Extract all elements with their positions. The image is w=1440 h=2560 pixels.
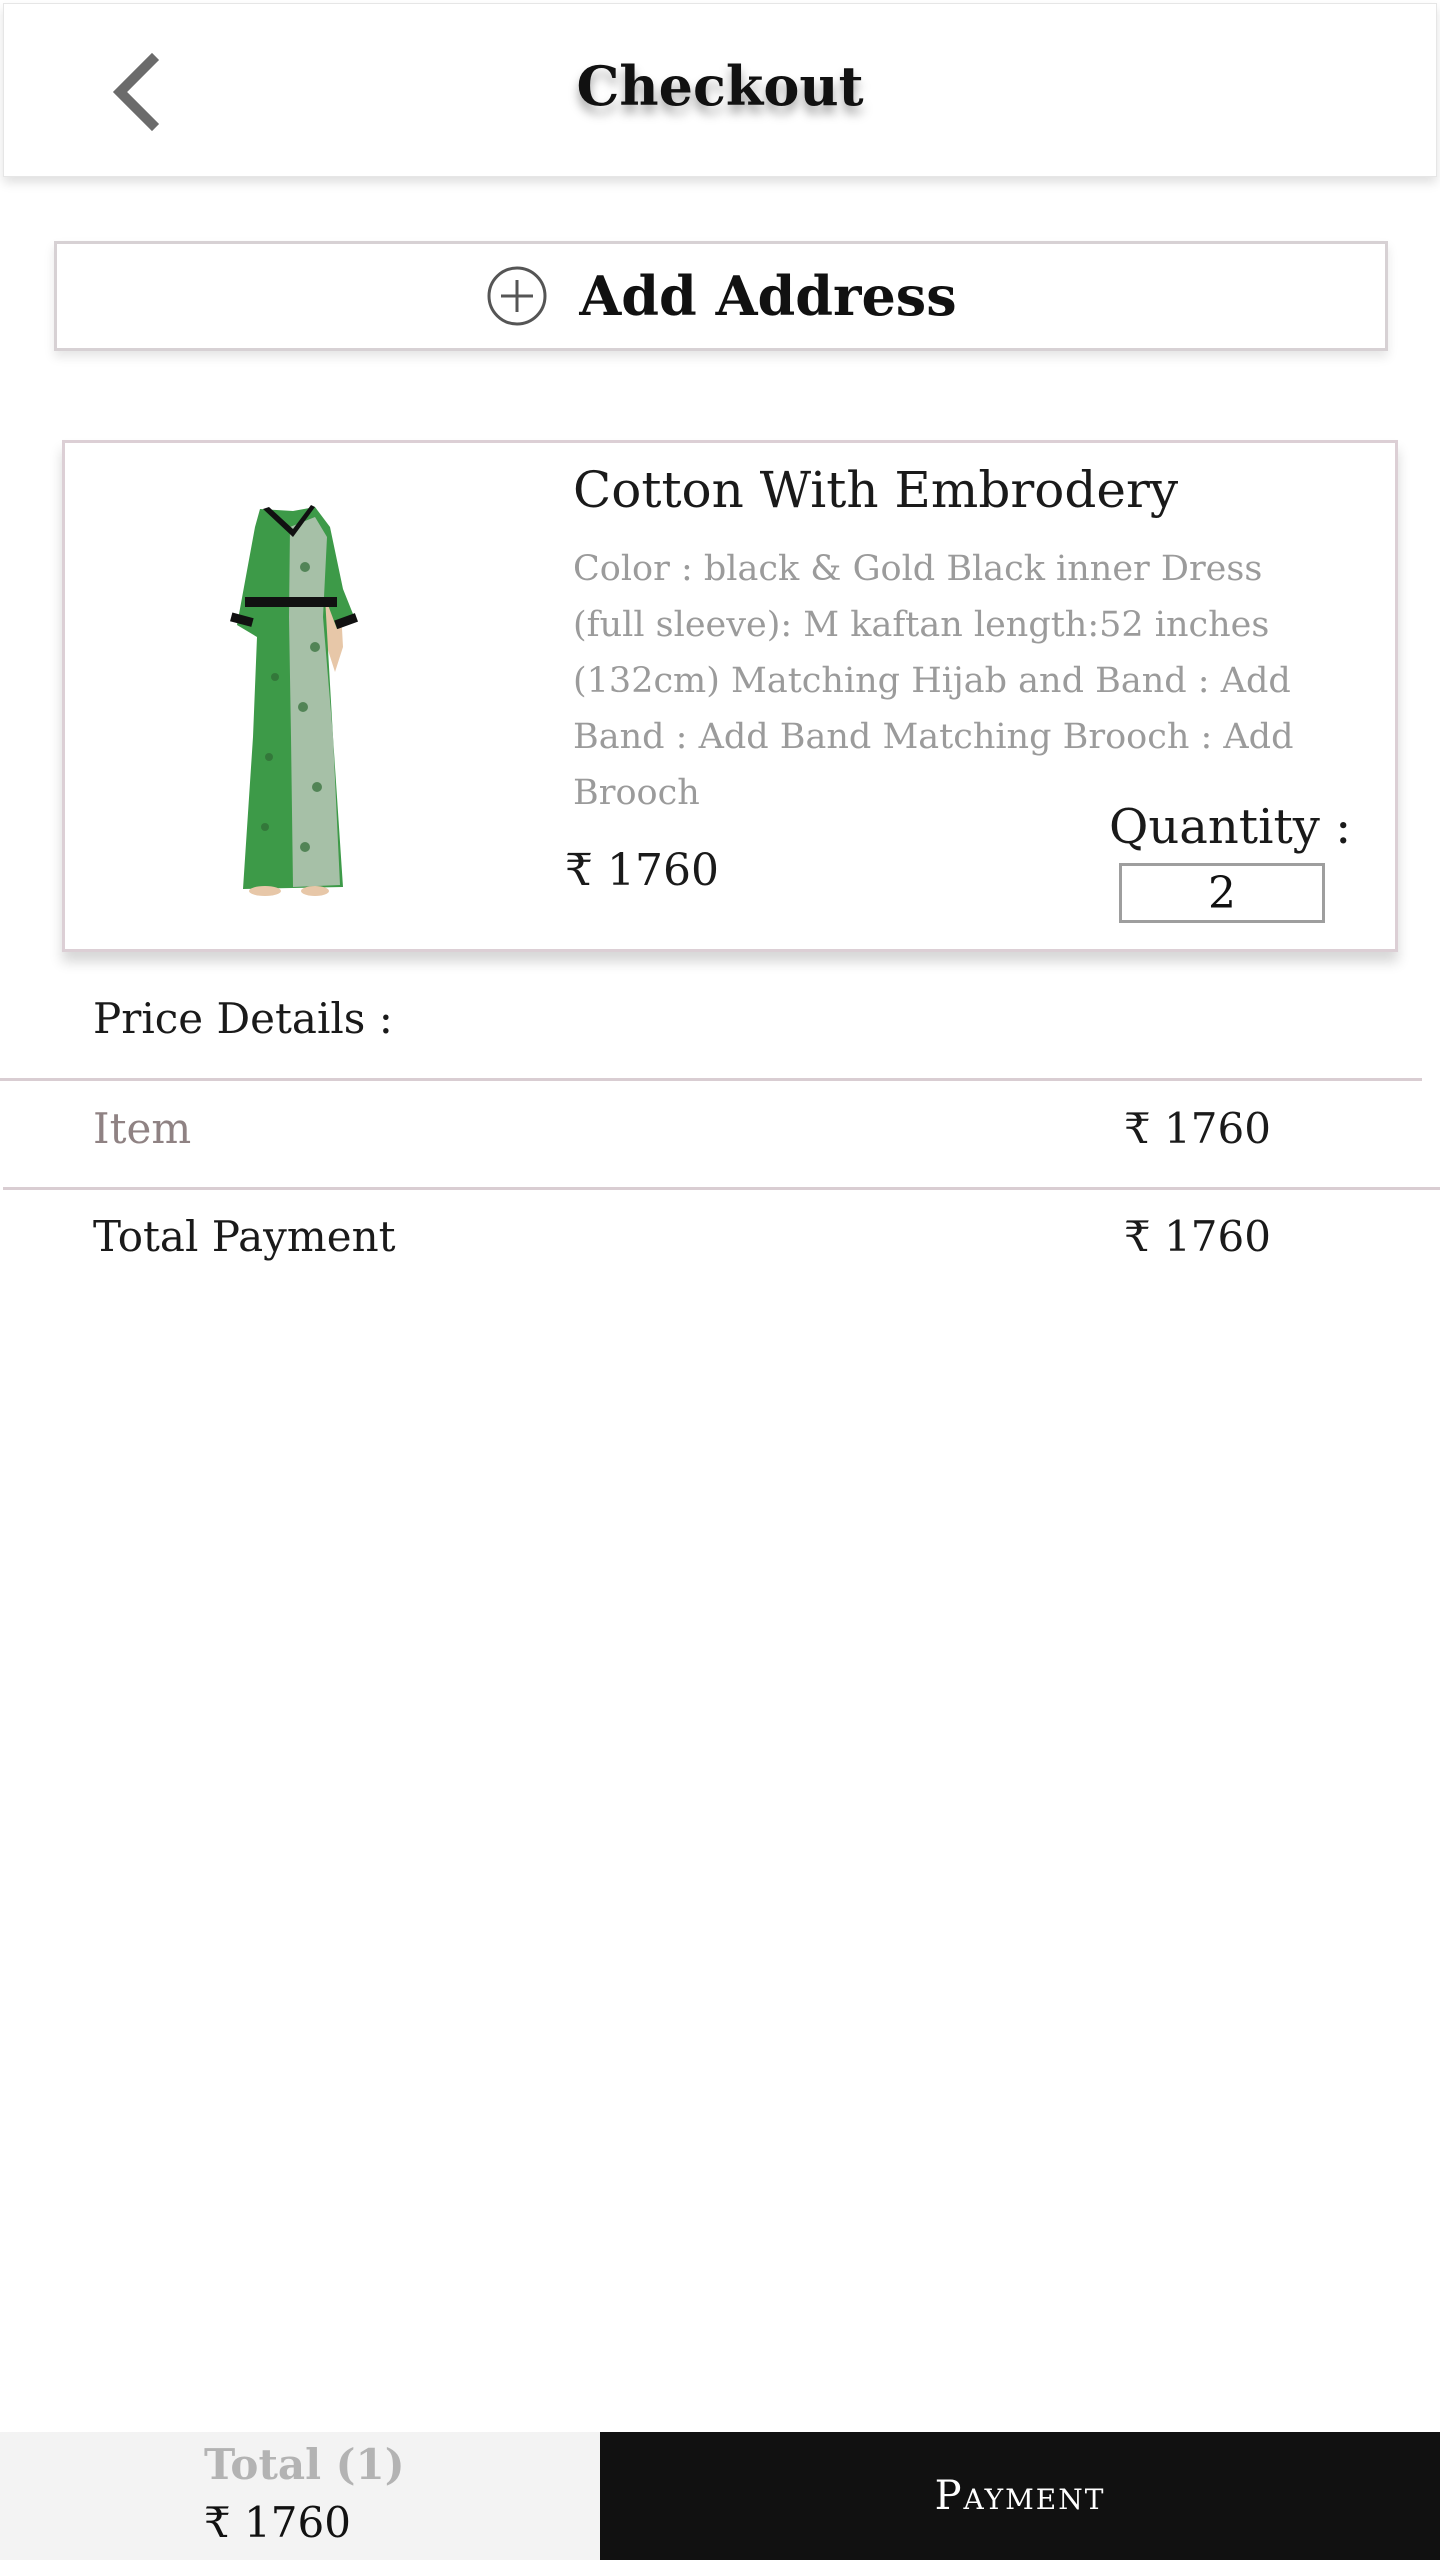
product-card: Cotton With Embrodery Color : black & Go… [62,440,1398,952]
divider [0,1078,1422,1081]
item-value: ₹ 1760 [1124,1104,1271,1153]
cart-total-label: Total (1) [204,2440,405,2489]
plus-circle-icon [487,266,547,326]
payment-button[interactable]: Payment [600,2432,1440,2560]
product-image[interactable] [165,497,425,897]
item-label: Item [93,1104,192,1153]
bottom-bar: Total (1) ₹ 1760 Payment [0,2432,1440,2560]
price-details-title: Price Details : [93,994,393,1043]
product-description: Color : black & Gold Black inner Dress (… [573,549,1294,813]
quantity-input[interactable]: 2 [1119,863,1325,923]
total-payment-label: Total Payment [93,1212,396,1261]
quantity-label: Quantity : [1109,799,1352,855]
total-payment-value: ₹ 1760 [1124,1212,1271,1261]
add-address-label: Add Address [579,264,957,328]
divider [3,1187,1440,1190]
product-name: Cotton With Embrodery [573,461,1179,519]
cart-total-value: ₹ 1760 [204,2498,351,2547]
cart-total: Total (1) ₹ 1760 [0,2432,600,2560]
product-price: ₹ 1760 [565,845,719,896]
header-bar: Checkout [3,3,1437,177]
page-title: Checkout [576,54,864,118]
add-address-button[interactable]: Add Address [54,241,1388,351]
